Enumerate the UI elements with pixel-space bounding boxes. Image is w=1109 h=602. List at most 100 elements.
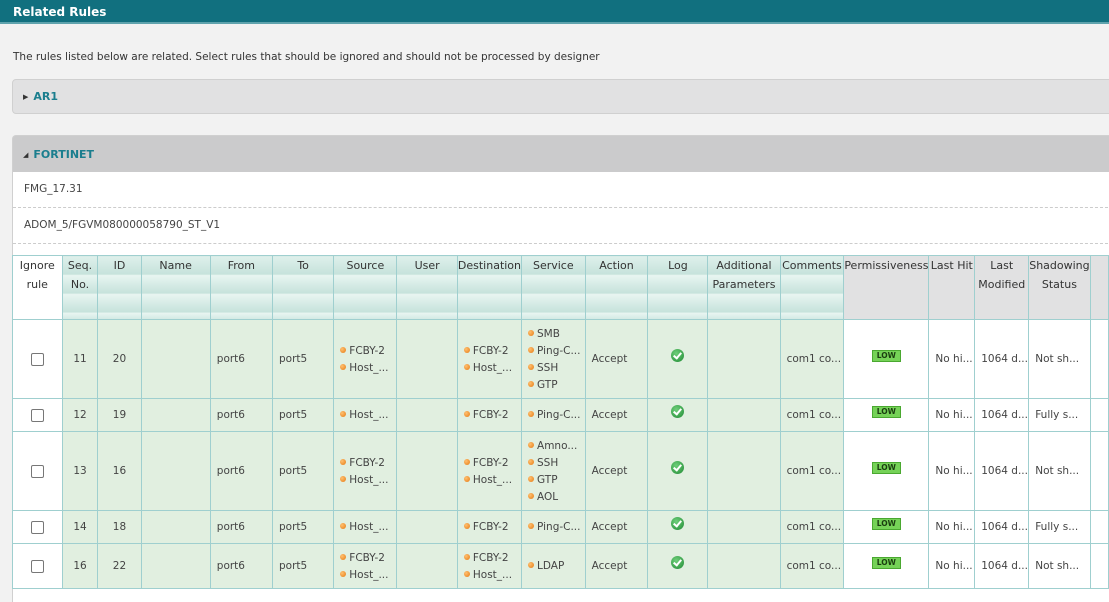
list-item-text: Ping-C... xyxy=(537,521,581,533)
user-cell xyxy=(396,543,458,589)
last-modified-cell: 1064 d... xyxy=(974,510,1030,544)
col-header-id[interactable]: ID xyxy=(97,255,142,320)
log-cell xyxy=(647,398,709,432)
log-enabled-check-icon xyxy=(671,555,685,569)
seq-cell: 13 xyxy=(61,431,99,511)
bullet-icon xyxy=(528,562,535,568)
service-cell: Ping-C... xyxy=(521,510,586,544)
ignore-rule-checkbox[interactable] xyxy=(30,559,44,573)
list-item: Host_... xyxy=(340,360,396,376)
col-header-shadowing[interactable]: Shadowing Status xyxy=(1028,255,1091,320)
col-header-service[interactable]: Service xyxy=(521,255,586,320)
comments-cell: com1 co... xyxy=(779,510,845,544)
list-item-text: FCBY-2 xyxy=(472,344,509,357)
last-hit-cell: No hi... xyxy=(928,543,976,589)
user-cell xyxy=(396,319,458,399)
list-item: FCBY-2 xyxy=(463,550,521,566)
to-cell: port5 xyxy=(271,319,335,399)
col-header-last-hit[interactable]: Last Hit xyxy=(928,255,976,320)
group-header-ar1[interactable]: ▶ AR1 xyxy=(12,79,1109,114)
list-item: SMB xyxy=(528,326,584,342)
service-cell: SMB Ping-C... SSH GTP xyxy=(521,319,586,399)
bullet-icon xyxy=(528,523,535,529)
bullet-icon xyxy=(340,570,347,577)
bullet-icon xyxy=(340,363,347,370)
list-item: Ping-C... xyxy=(528,519,584,535)
col-header-to[interactable]: To xyxy=(271,255,335,320)
ignore-rule-checkbox[interactable] xyxy=(30,408,44,422)
from-cell: port6 xyxy=(209,431,273,511)
col-header-log[interactable]: Log xyxy=(647,255,709,320)
from-cell: port6 xyxy=(209,398,273,432)
list-item: GTP xyxy=(528,472,584,488)
table-row: 16 22 port6 port5 FCBY-2 Host_... FCBY-2 Host_.… xyxy=(12,543,1109,589)
list-item-text: AOL xyxy=(537,490,559,503)
bullet-icon xyxy=(463,458,470,465)
permissiveness-cell: LOW xyxy=(843,431,930,511)
log-enabled-check-icon xyxy=(671,404,685,418)
col-header-destination[interactable]: Destination xyxy=(456,255,523,320)
list-item-text: GTP xyxy=(537,473,558,486)
col-header-comments[interactable]: Comments xyxy=(779,255,845,320)
bullet-icon xyxy=(463,523,470,529)
list-item-text: LDAP xyxy=(537,560,565,572)
bullet-icon xyxy=(528,363,535,370)
list-item-text: Host_... xyxy=(472,568,513,581)
description-text: The rules listed below are related. Sele… xyxy=(13,51,600,63)
ignore-rule-cell[interactable] xyxy=(12,319,63,399)
action-cell: Accept xyxy=(584,431,649,511)
bullet-icon xyxy=(340,523,347,529)
list-item: Host_... xyxy=(340,567,396,583)
col-header-source[interactable]: Source xyxy=(333,255,398,320)
log-cell xyxy=(647,431,709,511)
group-header-fortinet[interactable]: ◢ FORTINET xyxy=(12,135,1109,172)
service-cell: LDAP xyxy=(521,543,586,589)
name-cell xyxy=(140,543,211,589)
table-row: 14 18 port6 port5 Host_... FCBY-2 Ping-C... Acc… xyxy=(12,510,1109,544)
comments-cell: com1 co... xyxy=(779,543,845,589)
log-enabled-check-icon xyxy=(671,348,685,362)
log-cell xyxy=(647,510,709,544)
col-header-user[interactable]: User xyxy=(396,255,458,320)
bullet-icon xyxy=(463,346,470,353)
ignore-rule-checkbox[interactable] xyxy=(30,352,44,366)
to-cell: port5 xyxy=(271,543,335,589)
col-header-last-modified[interactable]: Last Modified xyxy=(974,255,1030,320)
bullet-icon xyxy=(340,475,347,482)
permissiveness-badge: LOW xyxy=(871,350,901,362)
user-cell xyxy=(396,510,458,544)
list-item-text: FCBY-2 xyxy=(472,409,509,421)
ignore-rule-cell[interactable] xyxy=(12,398,63,432)
list-item: FCBY-2 xyxy=(340,455,396,471)
additional-params-cell xyxy=(707,431,781,511)
col-header-ignore[interactable]: Ignore rule xyxy=(12,255,63,320)
service-cell: Amno... SSH GTP AOL xyxy=(521,431,586,511)
col-header-name[interactable]: Name xyxy=(140,255,211,320)
list-item-text: Host_... xyxy=(349,473,389,486)
list-item-text: Ping-C... xyxy=(537,409,581,421)
col-header-from[interactable]: From xyxy=(209,255,273,320)
bullet-icon xyxy=(340,458,347,465)
ignore-rule-cell[interactable] xyxy=(12,510,63,544)
last-hit-cell: No hi... xyxy=(928,319,976,399)
bullet-icon xyxy=(528,492,535,499)
log-enabled-check-icon xyxy=(671,460,685,474)
destination-cell: FCBY-2 xyxy=(456,510,523,544)
bullet-icon xyxy=(463,411,470,417)
col-header-seq[interactable]: Seq. No. xyxy=(61,255,99,320)
policy-package: ADOM_5/FGVM080000058790_ST_V1 xyxy=(13,208,1109,244)
table-row: 12 19 port6 port5 Host_... FCBY-2 Ping-C... Acc… xyxy=(12,398,1109,432)
col-header-additional[interactable]: Additional Parameters xyxy=(707,255,781,320)
additional-params-cell xyxy=(707,398,781,432)
ignore-rule-checkbox[interactable] xyxy=(30,464,44,478)
col-header-action[interactable]: Action xyxy=(584,255,649,320)
ignore-rule-checkbox[interactable] xyxy=(30,520,44,534)
log-cell xyxy=(647,543,709,589)
overflow-cell xyxy=(1089,543,1109,589)
list-item: GTP xyxy=(528,377,584,393)
ignore-rule-cell[interactable] xyxy=(12,431,63,511)
ignore-rule-cell[interactable] xyxy=(12,543,63,589)
list-item-text: SSH xyxy=(537,456,559,469)
col-header-permissiveness[interactable]: Permissiveness xyxy=(843,255,930,320)
list-item: FCBY-2 xyxy=(463,407,521,423)
